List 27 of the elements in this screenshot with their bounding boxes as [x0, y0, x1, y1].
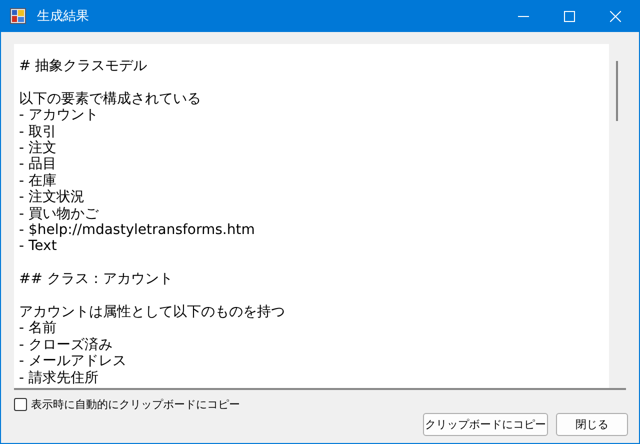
text-line: ## クラス：アカウント: [19, 271, 173, 288]
text-line: アカウントは属性として以下のものを持つ: [19, 304, 285, 320]
text-line: # 抽象クラスモデル: [19, 58, 148, 74]
text-line: - 取引: [19, 124, 57, 140]
close-icon[interactable]: [610, 10, 621, 22]
dialog-button[interactable]: 閉じる: [556, 413, 628, 436]
app-icon: [10, 8, 26, 24]
text-line: - 品目: [19, 156, 57, 173]
text-line: - Text: [19, 238, 57, 255]
dialog-button[interactable]: クリップボードにコピー: [423, 413, 548, 436]
text-line: - アカウント: [19, 107, 99, 124]
text-line: - $help://mdastyletransforms.htm: [19, 222, 255, 238]
window-title: 生成結果: [37, 8, 89, 25]
text-area[interactable]: # 抽象クラスモデル 以下の要素で構成されている - アカウント - 取引 - 注文 - 品目 - 在庫 - 注文状況 - 買い物かご - $help://mdastyletransforms.htm - Text ## クラス：アカウント アカウントは属性として以下のものを持つ - 名前 - クローズ済み - メールアドレス - 請求先住所: [14, 44, 626, 390]
scrollbar-thumb[interactable]: [616, 61, 618, 121]
text-line: - 請求先住所: [19, 370, 99, 386]
text-line: - 注文状況: [19, 189, 85, 206]
text-line: - 在庫: [19, 172, 57, 189]
text-line: - 名前: [19, 320, 57, 337]
checkbox-label[interactable]: 表示時に自動的にクリップボードにコピー: [31, 397, 240, 412]
text-line: - クローズ済み: [19, 336, 113, 354]
maximize-icon[interactable]: [564, 10, 575, 22]
text-line: - 注文: [19, 140, 57, 156]
text-line: - メールアドレス: [19, 353, 127, 370]
checkbox[interactable]: [14, 398, 27, 411]
text-line: - 買い物かご: [19, 206, 99, 222]
text-line: 以下の要素で構成されている: [19, 90, 201, 108]
